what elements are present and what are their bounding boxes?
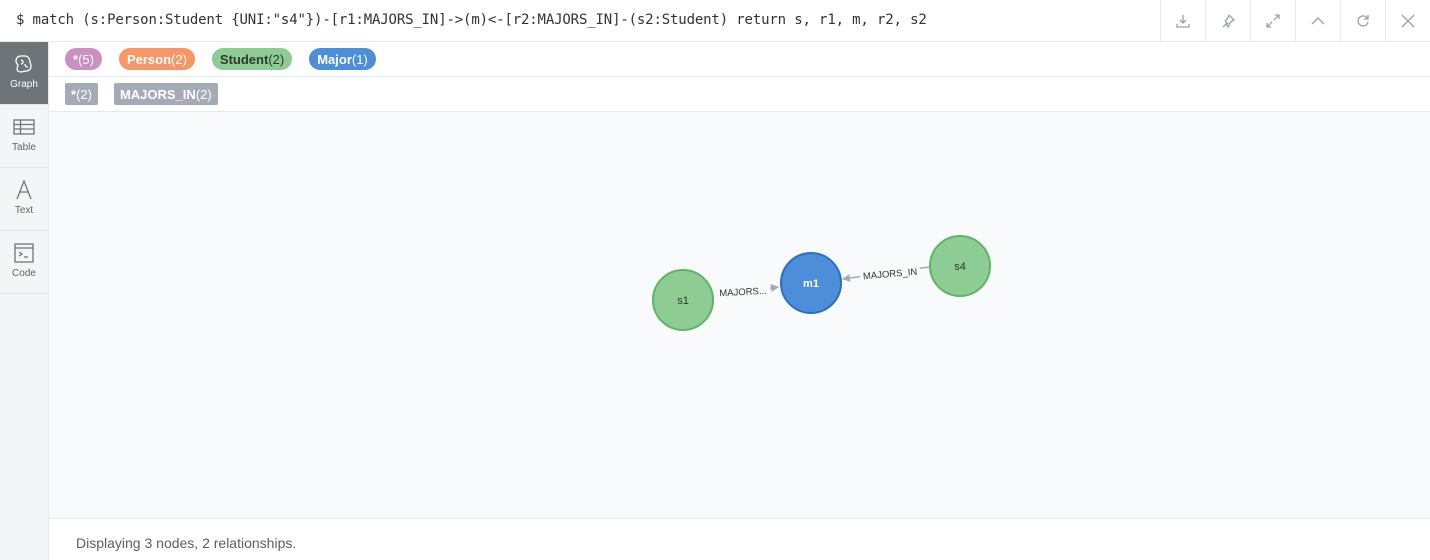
sidebar-item-label: Table <box>12 142 36 153</box>
close-icon <box>1401 14 1415 28</box>
sidebar-item-table[interactable]: Table <box>0 105 48 168</box>
node-caption: m1 <box>803 278 819 290</box>
download-icon <box>1176 15 1190 28</box>
pin-button[interactable] <box>1205 0 1250 42</box>
collapse-button[interactable] <box>1295 0 1340 42</box>
tag-count: (2) <box>76 86 92 102</box>
fullscreen-button[interactable] <box>1250 0 1295 42</box>
graph-node-m1[interactable]: m1 <box>780 252 842 314</box>
node-label-pill-student[interactable]: Student (2) <box>211 48 293 70</box>
tag-name: MAJORS_IN <box>119 86 196 102</box>
frame-toolbar <box>1160 0 1430 42</box>
sidebar-item-label: Graph <box>10 79 38 90</box>
graph-node-s4[interactable]: s4 <box>929 235 991 297</box>
close-button[interactable] <box>1385 0 1430 42</box>
sidebar-item-label: Code <box>12 268 36 279</box>
sidebar-item-label: Text <box>14 205 34 216</box>
result-frame: $ match (s:Person:Student {UNI:"s4"})-[r… <box>0 0 1430 560</box>
rel-type-tag-majors-in[interactable]: MAJORS_IN (2) <box>113 83 218 105</box>
status-footer: Displaying 3 nodes, 2 relationships. <box>49 518 1430 560</box>
node-caption: s1 <box>677 295 689 307</box>
text-icon <box>16 179 32 200</box>
table-icon <box>13 119 35 135</box>
expand-icon <box>1266 14 1280 28</box>
pill-count: (1) <box>351 51 368 67</box>
node-caption: s4 <box>954 261 966 273</box>
tag-count: (2) <box>195 86 212 102</box>
relationship-s1-m1[interactable]: MAJORS... <box>715 282 779 300</box>
query-text[interactable]: $ match (s:Person:Student {UNI:"s4"})-[r… <box>16 12 927 28</box>
graph-icon <box>15 55 32 73</box>
rerun-button[interactable] <box>1340 0 1385 42</box>
view-sidebar: Graph Table Text Code <box>0 42 49 560</box>
pill-name: Major <box>317 51 352 67</box>
code-icon <box>14 243 34 263</box>
node-labels-legend: * (5) Person (2) Student (2) Major (1) <box>49 42 1430 77</box>
relationship-s4-m1[interactable]: MAJORS_IN <box>842 262 930 282</box>
graph-node-s1[interactable]: s1 <box>652 269 714 331</box>
node-label-pill-major[interactable]: Major (1) <box>309 48 376 70</box>
query-header: $ match (s:Person:Student {UNI:"s4"})-[r… <box>0 0 1430 42</box>
rel-type-tag-all[interactable]: * (2) <box>65 83 98 105</box>
node-label-pill-all[interactable]: * (5) <box>65 48 102 70</box>
collapse-up-icon <box>1311 17 1325 25</box>
relationship-caption: MAJORS... <box>719 286 767 299</box>
pill-count: (2) <box>268 51 285 67</box>
status-text: Displaying 3 nodes, 2 relationships. <box>76 535 297 551</box>
relationship-types-legend: * (2) MAJORS_IN (2) <box>49 77 1430 112</box>
graph-svg: MAJORS... MAJORS_IN s1 m1 s4 <box>652 235 991 331</box>
sidebar-item-graph[interactable]: Graph <box>0 42 48 105</box>
pill-name: Person <box>126 51 172 67</box>
sidebar-item-text[interactable]: Text <box>0 168 48 231</box>
pill-count: (5) <box>78 51 94 67</box>
download-button[interactable] <box>1160 0 1205 42</box>
pill-name: Student <box>219 51 269 67</box>
graph-canvas[interactable]: MAJORS... MAJORS_IN s1 m1 s4 <box>49 112 1430 518</box>
pin-icon <box>1222 14 1236 29</box>
sidebar-item-code[interactable]: Code <box>0 231 48 294</box>
pill-count: (2) <box>171 51 187 67</box>
refresh-icon <box>1357 15 1369 27</box>
node-label-pill-person[interactable]: Person (2) <box>118 48 195 70</box>
